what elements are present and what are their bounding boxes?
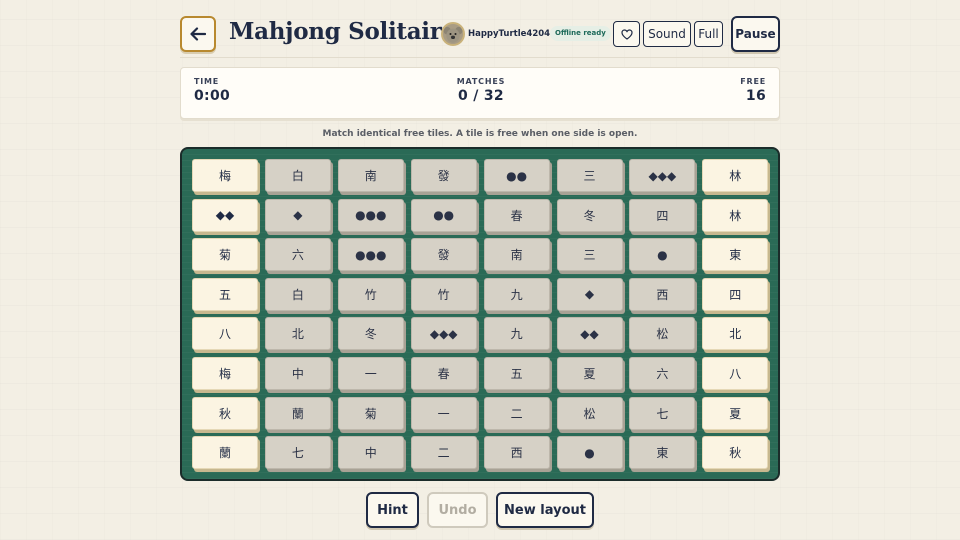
tile-r5-c5[interactable]: 九	[483, 317, 550, 351]
tile-r2-c7[interactable]: 四	[629, 198, 696, 232]
tile-r8-c7[interactable]: 東	[629, 436, 696, 470]
tile-r5-c2[interactable]: 北	[264, 317, 331, 351]
favorite-button[interactable]	[613, 21, 640, 47]
tile-r1-c6[interactable]: 三	[556, 159, 623, 192]
tile-r3-c6[interactable]: 三	[556, 238, 623, 272]
tile-r6-c8[interactable]: 八	[702, 357, 769, 390]
pause-button[interactable]: Pause	[731, 16, 780, 52]
game-board: 梅白南發 ●● 三 ◆◆◆ 林 ◆◆ ◆ ●●● ●● 春冬四林菊六 ●●● 發南三 ● 東五白竹竹九 ◆ 西…	[180, 147, 780, 481]
tile-r2-c4[interactable]: ●●	[410, 198, 477, 232]
tile-r4-c1[interactable]: 五	[192, 277, 258, 311]
tile-r6-c7[interactable]: 六	[629, 357, 696, 390]
tile-r6-c1[interactable]: 梅	[192, 357, 258, 390]
tile-r2-c2[interactable]: ◆	[264, 198, 331, 232]
matches-label: MATCHES	[456, 77, 506, 86]
tile-r1-c4[interactable]: 發	[410, 159, 477, 192]
page-title: Mahjong Solitaire	[229, 18, 456, 45]
tile-r1-c7[interactable]: ◆◆◆	[629, 159, 696, 192]
instructions: Match identical free tiles. A tile is fr…	[322, 129, 638, 139]
tile-r1-c1[interactable]: 梅	[192, 159, 258, 192]
tile-r3-c1[interactable]: 菊	[192, 238, 258, 272]
avatar	[441, 22, 465, 46]
tile-r4-c4[interactable]: 竹	[410, 277, 477, 311]
tile-r6-c4[interactable]: 春	[410, 357, 477, 390]
tile-r7-c1[interactable]: 秋	[192, 396, 258, 430]
tile-r1-c5[interactable]: ●●	[483, 159, 550, 192]
tile-r5-c1[interactable]: 八	[192, 317, 258, 351]
tile-r8-c4[interactable]: 二	[410, 436, 477, 470]
tile-r2-c5[interactable]: 春	[483, 198, 550, 232]
undo-button[interactable]: Undo	[427, 492, 488, 528]
free-label: FREE	[740, 77, 766, 86]
tile-r3-c8[interactable]: 東	[702, 238, 769, 272]
tile-r5-c6[interactable]: ◆◆	[556, 317, 623, 351]
tile-r7-c6[interactable]: 松	[556, 396, 623, 430]
tile-r4-c3[interactable]: 竹	[337, 277, 404, 311]
stat-matches: MATCHES 0 / 32	[181, 77, 781, 104]
stat-free: FREE 16	[740, 77, 766, 104]
tile-r5-c3[interactable]: 冬	[337, 317, 404, 351]
username: HappyTurtle4204	[468, 29, 551, 39]
hint-button[interactable]: Hint	[366, 492, 419, 528]
tile-r5-c4[interactable]: ◆◆◆	[410, 317, 477, 351]
arrow-left-icon	[190, 27, 206, 41]
tile-r6-c6[interactable]: 夏	[556, 357, 623, 390]
tile-r4-c7[interactable]: 西	[629, 277, 696, 311]
tile-r7-c3[interactable]: 菊	[337, 396, 404, 430]
tile-r5-c8[interactable]: 北	[702, 317, 769, 351]
tile-r6-c5[interactable]: 五	[483, 357, 550, 390]
back-button[interactable]	[180, 16, 216, 52]
tile-r3-c5[interactable]: 南	[483, 238, 550, 272]
tile-r5-c7[interactable]: 松	[629, 317, 696, 351]
new-layout-button[interactable]: New layout	[496, 492, 594, 528]
tile-r8-c1[interactable]: 蘭	[192, 436, 258, 470]
tile-r6-c2[interactable]: 中	[264, 357, 331, 390]
tile-r3-c2[interactable]: 六	[264, 238, 331, 272]
tile-r3-c3[interactable]: ●●●	[337, 238, 404, 272]
tile-r4-c2[interactable]: 白	[264, 277, 331, 311]
tile-r1-c3[interactable]: 南	[337, 159, 404, 192]
tile-r8-c3[interactable]: 中	[337, 436, 404, 470]
tile-r1-c8[interactable]: 林	[702, 159, 769, 192]
tile-r2-c8[interactable]: 林	[702, 198, 769, 232]
tile-r3-c7[interactable]: ●	[629, 238, 696, 272]
sound-button[interactable]: Sound	[643, 21, 691, 47]
stats-panel: TIME 0:00 MATCHES 0 / 32 FREE 16	[180, 67, 780, 119]
tile-r2-c3[interactable]: ●●●	[337, 198, 404, 232]
tile-r4-c5[interactable]: 九	[483, 277, 550, 311]
tile-r8-c6[interactable]: ●	[556, 436, 623, 470]
tile-r2-c1[interactable]: ◆◆	[192, 198, 258, 232]
heart-icon	[620, 28, 633, 40]
tile-r1-c2[interactable]: 白	[264, 159, 331, 192]
header-divider	[180, 57, 780, 58]
tile-r4-c6[interactable]: ◆	[556, 277, 623, 311]
koala-avatar-icon	[443, 24, 463, 44]
tile-r4-c8[interactable]: 四	[702, 277, 769, 311]
tile-r7-c5[interactable]: 二	[483, 396, 550, 430]
tile-r7-c4[interactable]: 一	[410, 396, 477, 430]
free-value: 16	[745, 88, 766, 104]
offline-badge: Offline ready	[550, 26, 611, 41]
tile-r2-c6[interactable]: 冬	[556, 198, 623, 232]
tile-r8-c2[interactable]: 七	[264, 436, 331, 470]
tile-r7-c2[interactable]: 蘭	[264, 396, 331, 430]
tile-r7-c7[interactable]: 七	[629, 396, 696, 430]
matches-value: 0 / 32	[458, 88, 504, 104]
tile-r8-c8[interactable]: 秋	[702, 436, 769, 470]
tile-r3-c4[interactable]: 發	[410, 238, 477, 272]
tile-r8-c5[interactable]: 西	[483, 436, 550, 470]
header: Mahjong Solitaire HappyTurtle4204 Offlin…	[180, 15, 780, 55]
fullscreen-button[interactable]: Full	[694, 21, 723, 47]
game-container: Mahjong Solitaire HappyTurtle4204 Offlin…	[180, 0, 780, 540]
tile-r7-c8[interactable]: 夏	[702, 396, 769, 430]
tile-r6-c3[interactable]: 一	[337, 357, 404, 390]
